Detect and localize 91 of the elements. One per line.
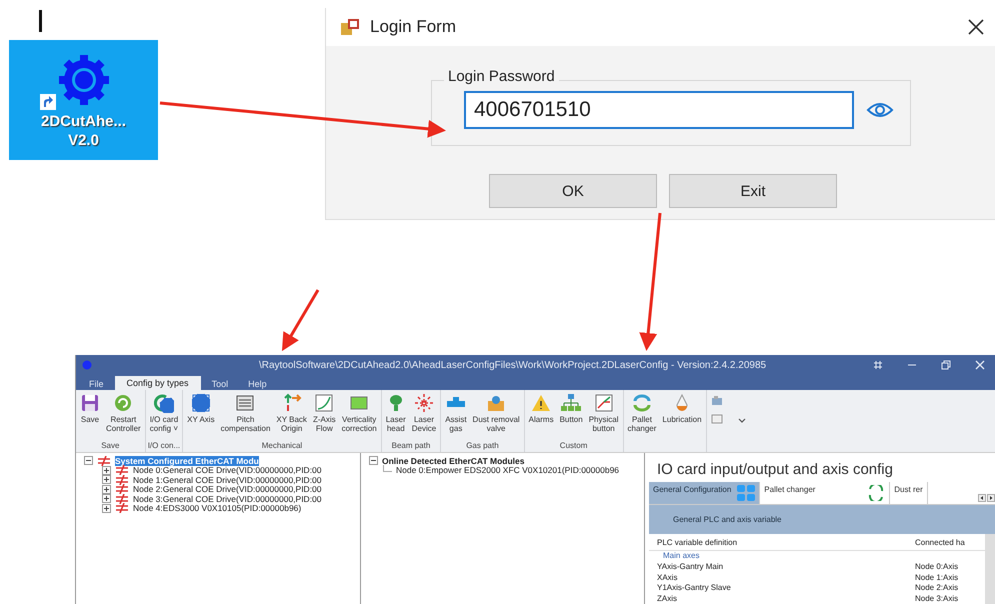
- not-equal-icon: [115, 484, 129, 494]
- menu-tab[interactable]: Tool: [202, 378, 238, 390]
- tree-item[interactable]: Node 4:EDS3000 V0X10105(PID:00000b96): [133, 503, 302, 514]
- panel-tab[interactable]: General Configuration: [649, 482, 760, 504]
- close-icon[interactable]: [967, 18, 985, 36]
- ribbon-button[interactable]: Laser head: [384, 390, 408, 441]
- not-equal-icon: [97, 456, 111, 466]
- chevron-down-icon[interactable]: [736, 417, 747, 425]
- table-cell-text: Node 1:Axis: [915, 572, 960, 583]
- group-label: Login Password: [444, 68, 559, 85]
- tiles-icon: [737, 485, 756, 501]
- group-label: I/O con...: [148, 441, 180, 452]
- starburst-icon: [414, 393, 434, 413]
- ribbon-button[interactable]: Assist gas: [443, 390, 469, 441]
- not-equal-icon: [115, 474, 129, 485]
- group-label: Mechanical: [260, 441, 304, 452]
- text-cursor-icon: [39, 10, 42, 32]
- group-label: Save: [100, 441, 120, 452]
- not-equal-icon: [115, 494, 129, 504]
- ribbon-button[interactable]: Save: [78, 390, 102, 441]
- tree-item[interactable]: Node 0:Empower EDS2000 XFC V0X10201(PID:00000b96: [396, 465, 620, 476]
- app-icon: [82, 360, 92, 370]
- warning-icon: [531, 393, 552, 413]
- window-title: \RaytoolSoftware\2DCutAhead2.0\AheadLaserConfigFiles\Work\WorkProject.2DLaserConfig - Version:2.4.2.20985: [258, 360, 768, 370]
- desktop-icon-label: 2DCutAhe... V2.0: [40, 112, 126, 150]
- group-label: Beam path: [390, 441, 432, 452]
- form-icon: [340, 18, 360, 36]
- tray-icon: [486, 393, 506, 413]
- tree-item[interactable]: Node 3:General COE Drive(VID:00000000,PID:00: [133, 494, 322, 504]
- ribbon-button[interactable]: Pallet changer: [626, 390, 658, 452]
- table-cell-text: Y1Axis-Gantry Slave: [657, 583, 732, 594]
- tree-item[interactable]: Node 1:General COE Drive(VID:00000000,PID:00: [133, 474, 322, 485]
- table-cell-text: XAxis: [657, 572, 678, 583]
- tree-item[interactable]: Online Detected EtherCAT Modules: [382, 456, 524, 466]
- table-cell-text: Node 3:Axis: [915, 594, 960, 604]
- not-equal-icon: [115, 465, 129, 476]
- column-header: PLC variable definition: [657, 538, 738, 549]
- ruler-grid-icon: [235, 393, 256, 413]
- section-header: General PLC and axis variable: [649, 505, 995, 534]
- ribbon-button[interactable]: XY Back Origin: [274, 390, 309, 441]
- ribbon-button[interactable]: Button: [558, 390, 585, 441]
- pin-icon[interactable]: [873, 360, 883, 370]
- scrollbar[interactable]: [985, 534, 995, 604]
- expand-icon[interactable]: [102, 475, 111, 484]
- table-cell-text: YAxis-Gantry Main: [657, 562, 724, 572]
- table-cell-text: Node 2:Axis: [915, 583, 960, 594]
- collapse-icon[interactable]: [84, 456, 93, 466]
- expand-icon[interactable]: [102, 466, 111, 475]
- ribbon-button[interactable]: Dust removal valve: [470, 390, 522, 441]
- ribbon-button[interactable]: Verticality correction: [340, 390, 379, 441]
- scroll-right-button[interactable]: [987, 494, 995, 502]
- scroll-left-button[interactable]: [978, 494, 986, 502]
- ribbon-button[interactable]: Laser Device: [410, 390, 438, 441]
- eye-icon[interactable]: [866, 101, 894, 119]
- ribbon-button[interactable]: I/O card config ˅: [148, 390, 180, 441]
- table-cell-text: ZAxis: [657, 594, 678, 604]
- chart-icon: [594, 393, 614, 413]
- tree-item[interactable]: Node 2:General COE Drive(VID:00000000,PID:00: [133, 484, 322, 494]
- tree-item[interactable]: System Configured EtherCAT Modu: [115, 456, 259, 466]
- network-icon: [561, 393, 582, 413]
- window-title: Login Form: [370, 17, 457, 37]
- ribbon-button[interactable]: Alarms: [526, 390, 556, 441]
- restore-icon[interactable]: [941, 360, 951, 370]
- collapse-icon[interactable]: [369, 456, 378, 466]
- ribbon-button[interactable]: Restart Controller: [104, 390, 143, 441]
- menu-tab[interactable]: File: [80, 378, 113, 390]
- exit-button[interactable]: Exit: [669, 174, 837, 208]
- arrow: [282, 289, 320, 352]
- ribbon-button[interactable]: Z-Axis Flow: [310, 390, 338, 441]
- expand-icon[interactable]: [102, 494, 111, 504]
- tree-item[interactable]: Node 0:General COE Drive(VID:00000000,PID:00: [133, 465, 322, 476]
- password-field[interactable]: 4006701510: [464, 91, 854, 129]
- not-equal-icon: [115, 503, 129, 514]
- table-cell-text: Node 0:Axis: [915, 562, 960, 572]
- menu-tab[interactable]: Help: [239, 378, 276, 390]
- ok-button[interactable]: OK: [489, 174, 657, 208]
- ribbon-button[interactable]: Physical button: [586, 390, 620, 441]
- column-header: Connected ha: [915, 538, 966, 549]
- ribbon-button[interactable]: Pitch compensation: [218, 390, 272, 441]
- refresh-icon: [113, 393, 134, 413]
- panel-title: IO card input/output and axis config: [656, 460, 894, 480]
- expand-icon[interactable]: [102, 484, 111, 494]
- menu-tab[interactable]: Config by types: [114, 376, 201, 390]
- group-label: Custom: [558, 441, 588, 452]
- curve-chart-icon: [314, 393, 334, 413]
- arrows-icon: [282, 393, 302, 413]
- expand-icon[interactable]: [102, 504, 111, 513]
- ribbon-button[interactable]: XY Axis: [185, 390, 217, 441]
- group-heading: Main axes: [662, 551, 700, 562]
- ribbon-button[interactable]: Lubrication: [660, 390, 704, 452]
- group-label: Gas path: [465, 441, 500, 452]
